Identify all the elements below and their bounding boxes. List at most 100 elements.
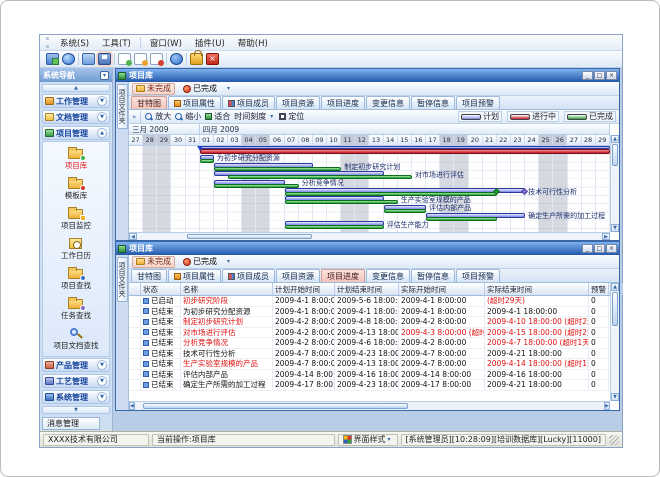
column-header[interactable]: 实际结束时间	[485, 283, 589, 295]
open-folder-icon[interactable]	[82, 53, 95, 65]
tool-定位[interactable]: 定位	[279, 111, 304, 122]
scroll-thumb[interactable]	[187, 234, 312, 239]
task-done-bar[interactable]	[200, 159, 214, 163]
tab-5[interactable]: 项目进度	[321, 269, 365, 282]
table-row[interactable]: 已结束为初步研究分配资源2009-4-1 8:00:002009-4-1 18:…	[129, 307, 610, 318]
gantt-vertical-scrollbar[interactable]: ▲ ▼	[610, 135, 619, 232]
column-header[interactable]: 预警	[589, 283, 609, 295]
scroll-down-arrow[interactable]: ▼	[611, 393, 619, 401]
column-header[interactable]: 计划开始时间	[273, 283, 335, 295]
filter-more-button[interactable]: ▾	[225, 258, 232, 265]
exit-icon[interactable]	[206, 53, 219, 65]
task-done-bar[interactable]	[426, 217, 497, 221]
maximize-button[interactable]: □	[594, 244, 605, 253]
tab-8[interactable]: 项目预警	[456, 96, 500, 109]
chevron-up-icon[interactable]: ▲	[97, 128, 107, 138]
menu-item[interactable]: 插件(U)	[189, 36, 231, 50]
task-done-bar[interactable]	[285, 225, 384, 229]
style-chooser[interactable]: 界面样式 ▾	[338, 434, 398, 446]
connect-icon[interactable]	[46, 53, 59, 65]
message-management-tab[interactable]: 消息管理	[42, 417, 100, 430]
sidebar-item[interactable]: 工作日历	[61, 238, 91, 261]
scroll-thumb[interactable]	[612, 144, 618, 166]
sidebar-group[interactable]: 系统管理▼	[42, 390, 110, 404]
menu-item[interactable]: 帮助(H)	[232, 36, 274, 50]
scroll-up-arrow[interactable]: ▲	[611, 135, 619, 143]
menu-item[interactable]: 系统(S)	[54, 36, 95, 50]
scroll-right-arrow[interactable]: ▶	[604, 402, 610, 410]
tab-7[interactable]: 暂停信息	[411, 96, 455, 109]
table-row[interactable]: 已结束制定初步研究计划2009-4-2 8:00:002009-4-8 18:0…	[129, 317, 610, 328]
tab-7[interactable]: 暂停信息	[411, 269, 455, 282]
tab-5[interactable]: 项目进度	[321, 96, 365, 109]
sidebar-group[interactable]: 产品管理▼	[42, 358, 110, 372]
sidebar-group[interactable]: 项目管理▲	[42, 126, 110, 140]
table-row[interactable]: 已结束分析竞争情况2009-4-2 8:00:002009-4-6 18:00:…	[129, 338, 610, 349]
tool-放大[interactable]: 放大	[145, 111, 171, 122]
scroll-down-arrow[interactable]: ▼	[611, 224, 619, 232]
close-button[interactable]: ×	[606, 71, 617, 80]
column-header[interactable]: 实际开始时间	[399, 283, 485, 295]
tab-6[interactable]: 变更信息	[366, 269, 410, 282]
tab-6[interactable]: 变更信息	[366, 96, 410, 109]
sidebar-item[interactable]: 模板库	[65, 178, 88, 201]
sidebar-group[interactable]: 工作管理▼	[42, 94, 110, 108]
gantt-window-titlebar[interactable]: 项目库 _ □ ×	[116, 69, 619, 82]
gantt-horizontal-scrollbar[interactable]: ◀ ▶	[129, 232, 610, 240]
help-icon[interactable]	[170, 53, 183, 65]
table-window-titlebar[interactable]: 项目库 _ □ ×	[116, 242, 619, 255]
table-horizontal-scrollbar[interactable]: ◀ ▶	[129, 401, 610, 410]
scroll-thumb[interactable]	[143, 403, 408, 409]
doc-delete-icon[interactable]	[150, 53, 163, 65]
tab-4[interactable]: 项目资源	[276, 269, 320, 282]
chevron-down-icon[interactable]: ▼	[97, 376, 107, 386]
scroll-left-arrow[interactable]: ◀	[129, 402, 135, 410]
tab-4[interactable]: 项目资源	[276, 96, 320, 109]
task-done-bar[interactable]	[384, 209, 426, 213]
sidebar-item[interactable]: 项目查找	[61, 268, 91, 291]
doc-edit-icon[interactable]	[134, 53, 147, 65]
chevron-down-icon[interactable]: ▼	[97, 360, 107, 370]
chevron-down-icon[interactable]: ▼	[97, 112, 107, 122]
table-row[interactable]: 已结束评估内部产品2009-4-14 8:00:002009-4-16 18:0…	[129, 370, 610, 381]
tab-3[interactable]: 项目成员	[222, 96, 275, 109]
save-icon[interactable]	[98, 53, 111, 65]
sidebar-item[interactable]: 任务查找	[61, 298, 91, 321]
scroll-right-arrow[interactable]: ▶	[602, 233, 610, 240]
sidebar-scroll-down-button[interactable]: ▼	[42, 406, 110, 414]
tab-1[interactable]: 甘特图	[131, 269, 167, 282]
minimize-button[interactable]: _	[582, 244, 593, 253]
table-row[interactable]: 已结束技术可行性分析2009-4-7 8:00:002009-4-23 18:0…	[129, 349, 610, 360]
tab-2[interactable]: 项目属性	[168, 96, 221, 109]
sidebar-item[interactable]: 项目监控	[61, 208, 91, 231]
menu-item[interactable]: 工具(T)	[96, 36, 137, 50]
task-done-bar[interactable]	[285, 200, 398, 204]
lock-icon[interactable]	[190, 53, 203, 65]
close-button[interactable]: ×	[606, 244, 617, 253]
sidebar-group[interactable]: 工艺管理▼	[42, 374, 110, 388]
filter-finished-button[interactable]: 已完成	[179, 256, 221, 268]
pin-icon[interactable]: ▾	[100, 71, 109, 80]
column-header[interactable]: 计划结束时间	[335, 283, 399, 295]
sidebar-item[interactable]: 项目文档查找	[54, 328, 99, 351]
menu-item[interactable]: 窗口(W)	[144, 36, 188, 50]
sidebar-scroll-up-button[interactable]: ▲	[42, 84, 110, 92]
project-folder-tab[interactable]: 项目文件夹	[117, 84, 128, 129]
sidebar-item[interactable]: 项目库	[65, 148, 88, 171]
scroll-left-arrow[interactable]: ◀	[129, 233, 137, 240]
tab-1[interactable]: 甘特图	[131, 96, 167, 109]
chevron-down-icon[interactable]: ▼	[97, 96, 107, 106]
project-folder-tab[interactable]: 项目文件夹	[117, 257, 128, 302]
table-row[interactable]: 已启动初步研究阶段2009-4-1 8:00:002009-5-6 18:00:…	[129, 296, 610, 307]
web-icon[interactable]	[62, 53, 75, 65]
resize-grip[interactable]	[609, 435, 619, 445]
tool-时间刻度[interactable]: 时间刻度▾	[234, 111, 275, 122]
tab-8[interactable]: 项目预警	[456, 269, 500, 282]
tab-3[interactable]: 项目成员	[222, 269, 275, 282]
column-header[interactable]: 状态	[141, 283, 181, 295]
filter-unfinished-button[interactable]: 未完成	[132, 256, 175, 268]
filter-unfinished-button[interactable]: 未完成	[132, 83, 175, 95]
scroll-thumb[interactable]	[612, 292, 618, 326]
tool-适合[interactable]: 适合	[205, 111, 230, 122]
column-header[interactable]: 名称	[181, 283, 273, 295]
